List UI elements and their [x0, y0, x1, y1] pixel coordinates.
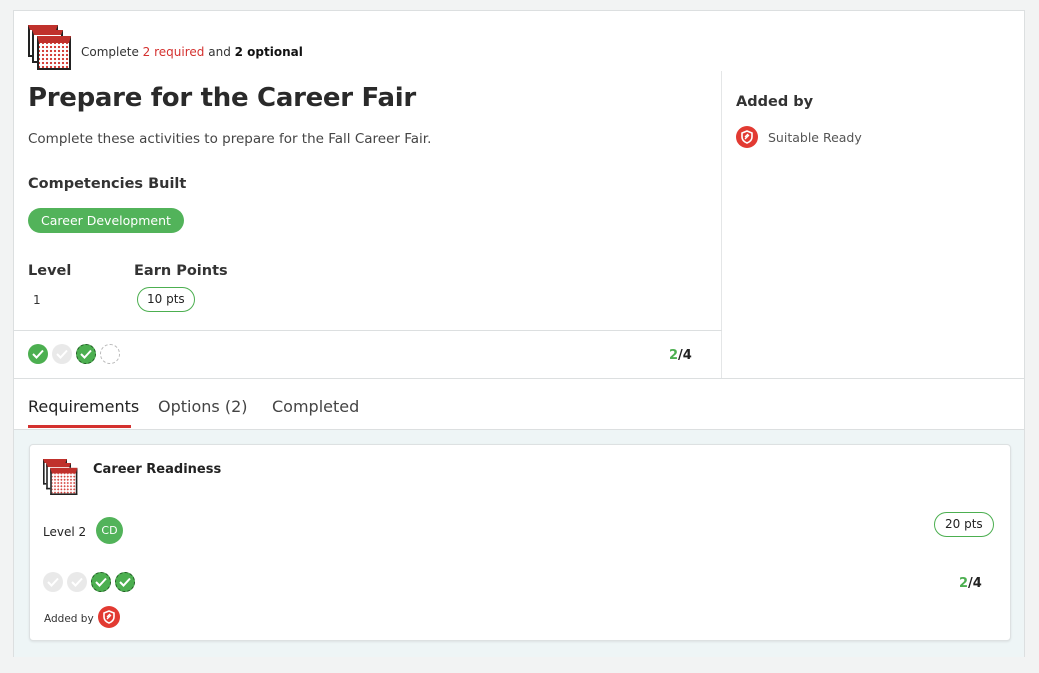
active-tab-indicator [28, 425, 131, 428]
tab-completed[interactable]: Completed [272, 397, 359, 416]
level-value: 1 [33, 293, 41, 307]
requirements-panel: Career Readiness Level 2 CD 20 pts 2/4 A… [14, 429, 1024, 657]
optional-completed-check-icon [91, 572, 111, 592]
shield-icon [736, 126, 758, 148]
pending-check-icon [43, 572, 63, 592]
requirement-level: Level 2 [43, 525, 87, 539]
column-divider [721, 71, 722, 379]
activity-description: Complete these activities to prepare for… [28, 131, 432, 147]
competency-tag[interactable]: Career Development [28, 208, 184, 233]
progress-indicators [43, 572, 135, 592]
points-heading: Earn Points [134, 263, 228, 279]
optional-count: 2 optional [234, 45, 303, 59]
shield-icon[interactable] [98, 606, 120, 628]
optional-completed-check-icon [76, 344, 96, 364]
divider [14, 378, 1024, 379]
required-count: 2 required [142, 45, 205, 59]
tab-requirements[interactable]: Requirements [28, 397, 139, 416]
competencies-heading: Competencies Built [28, 176, 187, 192]
progress-count: 2/4 [669, 348, 692, 363]
requirement-card[interactable]: Career Readiness Level 2 CD 20 pts 2/4 A… [29, 444, 1011, 641]
pending-check-icon [67, 572, 87, 592]
activity-stack-icon [28, 25, 72, 71]
progress-indicators [28, 344, 120, 364]
tab-options[interactable]: Options (2) [158, 397, 247, 416]
activity-card: Complete 2 required and 2 optional Prepa… [13, 10, 1025, 657]
competency-badge: CD [96, 517, 123, 544]
divider [14, 330, 722, 331]
page-title: Prepare for the Career Fair [28, 83, 416, 113]
added-by-heading: Added by [736, 94, 814, 110]
completion-summary: Complete 2 required and 2 optional [81, 45, 303, 59]
points-badge: 10 pts [137, 287, 195, 312]
level-heading: Level [28, 263, 72, 279]
progress-count: 2/4 [959, 576, 982, 591]
activity-stack-icon [43, 459, 78, 496]
optional-completed-check-icon [115, 572, 135, 592]
pending-check-icon [52, 344, 72, 364]
added-by-label: Added by [44, 613, 94, 625]
completed-check-icon [28, 344, 48, 364]
optional-pending-circle-icon [100, 344, 120, 364]
requirement-title[interactable]: Career Readiness [93, 462, 221, 477]
added-by-row[interactable]: Suitable Ready [736, 126, 862, 148]
points-badge: 20 pts [934, 512, 994, 537]
added-by-name: Suitable Ready [768, 129, 862, 145]
